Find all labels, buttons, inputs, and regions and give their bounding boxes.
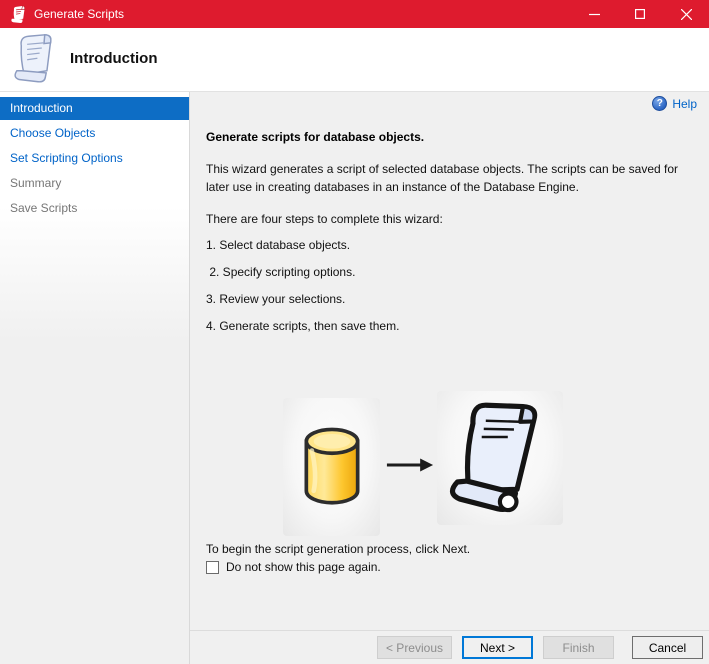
step-2: 2. Specify scripting options. — [206, 265, 355, 279]
sidebar-item-save-scripts: Save Scripts — [0, 196, 189, 221]
help-link[interactable]: ? Help — [652, 96, 697, 111]
next-button[interactable]: Next > — [462, 636, 533, 659]
database-graphic-tile — [283, 398, 380, 536]
sidebar-item-summary: Summary — [0, 171, 189, 196]
cancel-button[interactable]: Cancel — [632, 636, 703, 659]
sidebar-item-choose-objects[interactable]: Choose Objects — [0, 121, 189, 146]
sidebar-item-introduction[interactable]: Introduction — [0, 97, 189, 120]
wizard-steps-sidebar: Introduction Choose Objects Set Scriptin… — [0, 92, 190, 664]
wizard-content-pane: ? Help Generate scripts for database obj… — [190, 92, 709, 630]
page-title: Introduction — [70, 50, 157, 67]
right-arrow-icon — [386, 456, 434, 474]
wizard-page-header: Introduction — [0, 28, 709, 92]
maximize-button[interactable] — [617, 0, 663, 28]
step-3: 3. Review your selections. — [206, 292, 345, 306]
dont-show-again-label: Do not show this page again. — [226, 560, 381, 574]
dont-show-again-checkbox[interactable] — [206, 561, 219, 574]
help-label: Help — [672, 97, 697, 111]
sidebar-item-set-scripting-options[interactable]: Set Scripting Options — [0, 146, 189, 171]
generate-scripts-wizard-window: Generate Scripts Introduction Int — [0, 0, 709, 664]
steps-title: There are four steps to complete this wi… — [206, 212, 443, 226]
finish-button: Finish — [543, 636, 614, 659]
scroll-app-icon — [9, 5, 26, 23]
titlebar[interactable]: Generate Scripts — [0, 0, 709, 28]
scroll-page-icon — [11, 32, 55, 86]
script-scroll-icon — [448, 400, 552, 516]
step-4: 4. Generate scripts, then save them. — [206, 319, 399, 333]
help-icon: ? — [652, 96, 667, 111]
dont-show-row: Do not show this page again. — [206, 560, 381, 574]
minimize-button[interactable] — [571, 0, 617, 28]
database-cylinder-icon — [299, 423, 365, 511]
close-button[interactable] — [663, 0, 709, 28]
window-title: Generate Scripts — [34, 7, 124, 21]
wizard-button-bar: < Previous Next > Finish Cancel — [190, 630, 709, 664]
script-graphic-tile — [437, 391, 563, 525]
intro-paragraph: This wizard generates a script of select… — [206, 160, 688, 196]
previous-button: < Previous — [377, 636, 452, 659]
content-heading: Generate scripts for database objects. — [206, 130, 424, 144]
step-1: 1. Select database objects. — [206, 238, 350, 252]
begin-note: To begin the script generation process, … — [206, 542, 470, 556]
